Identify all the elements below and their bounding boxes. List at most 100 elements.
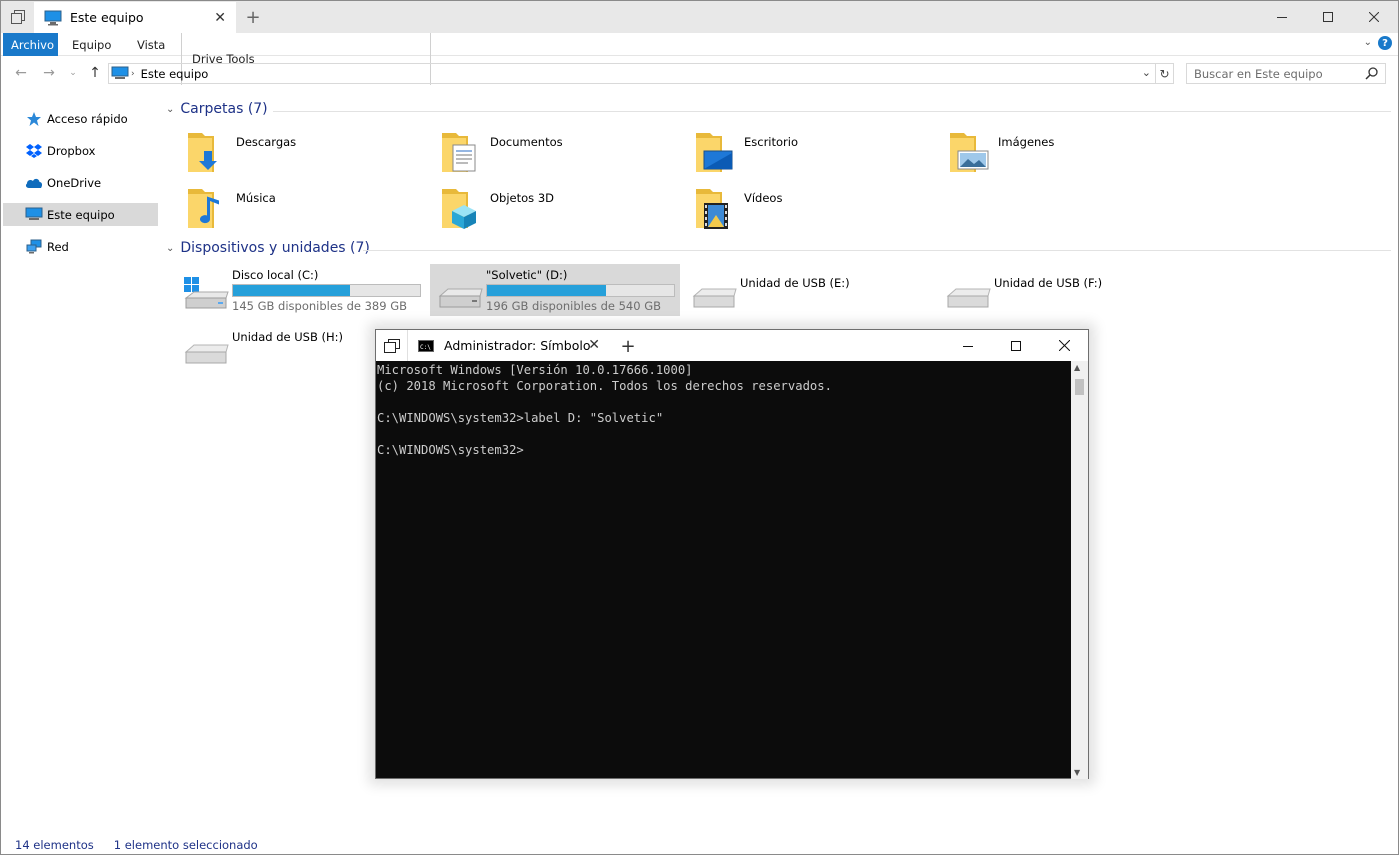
back-button[interactable]: ← — [11, 63, 31, 83]
chevron-down-icon: ⌄ — [166, 242, 175, 254]
music-folder-icon — [188, 189, 219, 228]
drive-free-space: 145 GB disponibles de 389 GB — [232, 299, 408, 313]
folder-pictures[interactable]: Imágenes — [946, 127, 1196, 179]
close-tab-icon[interactable]: ✕ — [214, 10, 226, 26]
drive-label: Unidad de USB (E:) — [740, 276, 850, 290]
nav-item-onedrive[interactable]: OneDrive — [3, 171, 158, 194]
folders-group-header[interactable]: ⌄ Carpetas (7) — [166, 101, 1391, 117]
sets-button[interactable] — [1, 1, 34, 33]
folder-videos[interactable]: Vídeos — [692, 183, 942, 235]
up-button[interactable]: ↑ — [85, 63, 105, 83]
folder-documents[interactable]: Documentos — [438, 127, 688, 179]
group-title: Carpetas (7) — [180, 101, 268, 117]
forward-button[interactable]: → — [39, 63, 59, 83]
cmd-tab-title: Administrador: Símbolo del sistema — [444, 338, 594, 353]
address-bar[interactable]: › Este equipo ⌄ — [108, 63, 1156, 84]
videos-folder-icon — [696, 189, 728, 229]
minimize-button[interactable] — [1259, 1, 1305, 33]
folder-label: Imágenes — [998, 135, 1055, 149]
ribbon-tab-file[interactable]: Archivo — [3, 33, 58, 56]
chevron-down-icon: ⌄ — [166, 103, 175, 115]
nav-item-label: Red — [47, 239, 69, 254]
drive-c[interactable]: Disco local (C:) 145 GB disponibles de 3… — [180, 264, 430, 316]
drive-usb-e[interactable]: Unidad de USB (E:) — [688, 264, 938, 316]
console-line: (c) 2018 Microsoft Corporation. Todos lo… — [377, 379, 832, 393]
plus-icon: + — [245, 6, 261, 28]
minimize-button[interactable] — [944, 330, 992, 361]
nav-item-dropbox[interactable]: Dropbox — [3, 139, 158, 162]
ribbon-tab-view[interactable]: Vista — [127, 33, 175, 56]
cmd-tab[interactable]: C:\ Administrador: Símbolo del sistema ✕ — [410, 330, 608, 361]
vertical-scrollbar[interactable]: ▲ ▼ — [1071, 361, 1088, 779]
folder-3d-objects[interactable]: Objetos 3D — [438, 183, 688, 235]
item-count: 14 elementos — [15, 838, 94, 852]
drive-usage-bar — [232, 284, 421, 297]
close-button[interactable] — [1040, 330, 1088, 361]
star-icon — [25, 111, 43, 127]
sets-icon — [383, 338, 400, 353]
computer-icon — [111, 66, 129, 79]
usb-drive-icon — [184, 344, 229, 364]
search-placeholder: Buscar en Este equipo — [1194, 66, 1323, 81]
nav-item-this-pc[interactable]: Este equipo — [3, 203, 158, 226]
maximize-icon — [1011, 340, 1021, 351]
arrow-left-icon: ← — [15, 65, 27, 81]
nav-item-quick-access[interactable]: Acceso rápido — [3, 107, 158, 130]
new-tab-button[interactable]: + — [241, 5, 265, 29]
selection-count: 1 elemento seleccionado — [113, 838, 258, 852]
divider — [273, 111, 1391, 112]
chevron-down-icon[interactable]: ⌄ — [1364, 37, 1372, 48]
drive-usb-f[interactable]: Unidad de USB (F:) — [942, 264, 1192, 316]
close-button[interactable] — [1351, 1, 1397, 33]
scroll-up-icon[interactable]: ▲ — [1074, 363, 1080, 372]
nav-item-network[interactable]: Red — [3, 235, 158, 258]
scroll-down-icon[interactable]: ▼ — [1074, 768, 1080, 777]
new-tab-button[interactable]: + — [616, 334, 640, 358]
tab-title: Este equipo — [70, 10, 144, 25]
maximize-icon — [1323, 12, 1333, 22]
ribbon-tab-computer[interactable]: Equipo — [62, 33, 121, 56]
cloud-icon — [25, 175, 43, 191]
refresh-button[interactable]: ↻ — [1156, 63, 1174, 84]
address-text: Este equipo — [140, 66, 209, 81]
console-output[interactable]: Microsoft Windows [Versión 10.0.17666.10… — [376, 361, 1072, 779]
close-icon — [1058, 340, 1070, 351]
network-icon — [25, 239, 43, 255]
chevron-right-icon[interactable]: › — [131, 69, 135, 79]
search-input[interactable]: Buscar en Este equipo — [1186, 63, 1386, 84]
refresh-icon: ↻ — [1159, 66, 1170, 81]
scroll-thumb[interactable] — [1075, 379, 1084, 395]
folder-downloads[interactable]: Descargas — [184, 127, 434, 179]
nav-item-label: OneDrive — [47, 175, 102, 190]
chevron-down-icon[interactable]: ⌄ — [1142, 66, 1151, 79]
nav-item-label: Dropbox — [47, 143, 96, 158]
console-line: Microsoft Windows [Versión 10.0.17666.10… — [377, 363, 693, 377]
devices-group-header[interactable]: ⌄ Dispositivos y unidades (7) — [166, 240, 1391, 256]
arrow-right-icon: → — [43, 65, 55, 81]
windows-drive-icon — [184, 277, 229, 309]
usb-drive-icon — [946, 288, 991, 308]
folder-label: Música — [236, 191, 276, 205]
maximize-button[interactable] — [1305, 1, 1351, 33]
command-prompt-window[interactable]: C:\ Administrador: Símbolo del sistema ✕… — [375, 329, 1089, 779]
folder-label: Vídeos — [744, 191, 783, 205]
divider — [363, 250, 1391, 251]
drive-d[interactable]: "Solvetic" (D:) 196 GB disponibles de 54… — [430, 264, 680, 316]
help-icon[interactable]: ? — [1378, 36, 1392, 50]
sets-button[interactable] — [376, 330, 408, 361]
recent-locations-button[interactable]: ⌄ — [63, 63, 83, 83]
ribbon: Archivo Equipo Vista Drive Tools ⌄ ? — [1, 33, 1398, 85]
drive-free-space: 196 GB disponibles de 540 GB — [486, 299, 662, 313]
folder-music[interactable]: Música — [184, 183, 434, 235]
minimize-icon — [963, 345, 973, 347]
folder-label: Escritorio — [744, 135, 799, 149]
desktop-folder-icon — [696, 133, 733, 172]
close-tab-icon[interactable]: ✕ — [588, 337, 600, 353]
usb-drive-icon — [692, 288, 737, 308]
drive-label: Disco local (C:) — [232, 268, 319, 282]
maximize-button[interactable] — [992, 330, 1040, 361]
folder-desktop[interactable]: Escritorio — [692, 127, 942, 179]
explorer-tab[interactable]: Este equipo ✕ — [34, 2, 236, 33]
3d-objects-folder-icon — [442, 189, 476, 229]
plus-icon: + — [620, 335, 636, 357]
